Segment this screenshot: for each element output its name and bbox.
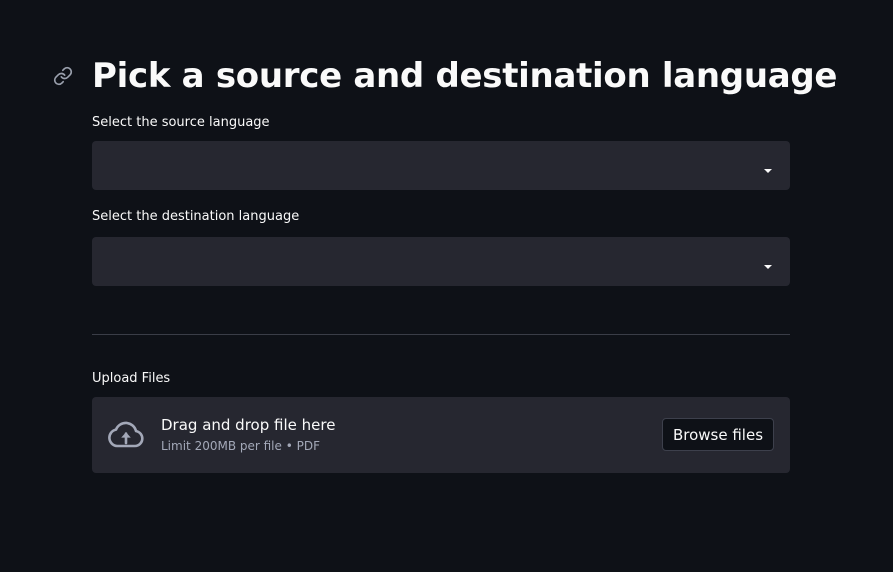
dropzone-instructions: Drag and drop file here Limit 200MB per … — [161, 415, 335, 454]
divider — [92, 334, 790, 335]
dropzone-hint: Limit 200MB per file • PDF — [161, 439, 320, 453]
source-language-select[interactable] — [92, 141, 790, 190]
destination-language-select[interactable] — [92, 237, 790, 286]
destination-language-label: Select the destination language — [92, 209, 300, 224]
app-main: Pick a source and destination language S… — [0, 0, 893, 572]
page-title: Pick a source and destination language — [92, 56, 838, 96]
upload-files-label: Upload Files — [92, 371, 171, 386]
file-dropzone[interactable]: Drag and drop file here Limit 200MB per … — [92, 397, 790, 473]
cloud-upload-icon — [106, 419, 146, 451]
chevron-down-icon — [763, 257, 773, 269]
dropzone-title: Drag and drop file here — [161, 416, 336, 434]
link-icon[interactable] — [53, 66, 73, 86]
source-language-label: Select the source language — [92, 115, 270, 130]
chevron-down-icon — [763, 161, 773, 173]
browse-files-button[interactable]: Browse files — [662, 418, 774, 451]
